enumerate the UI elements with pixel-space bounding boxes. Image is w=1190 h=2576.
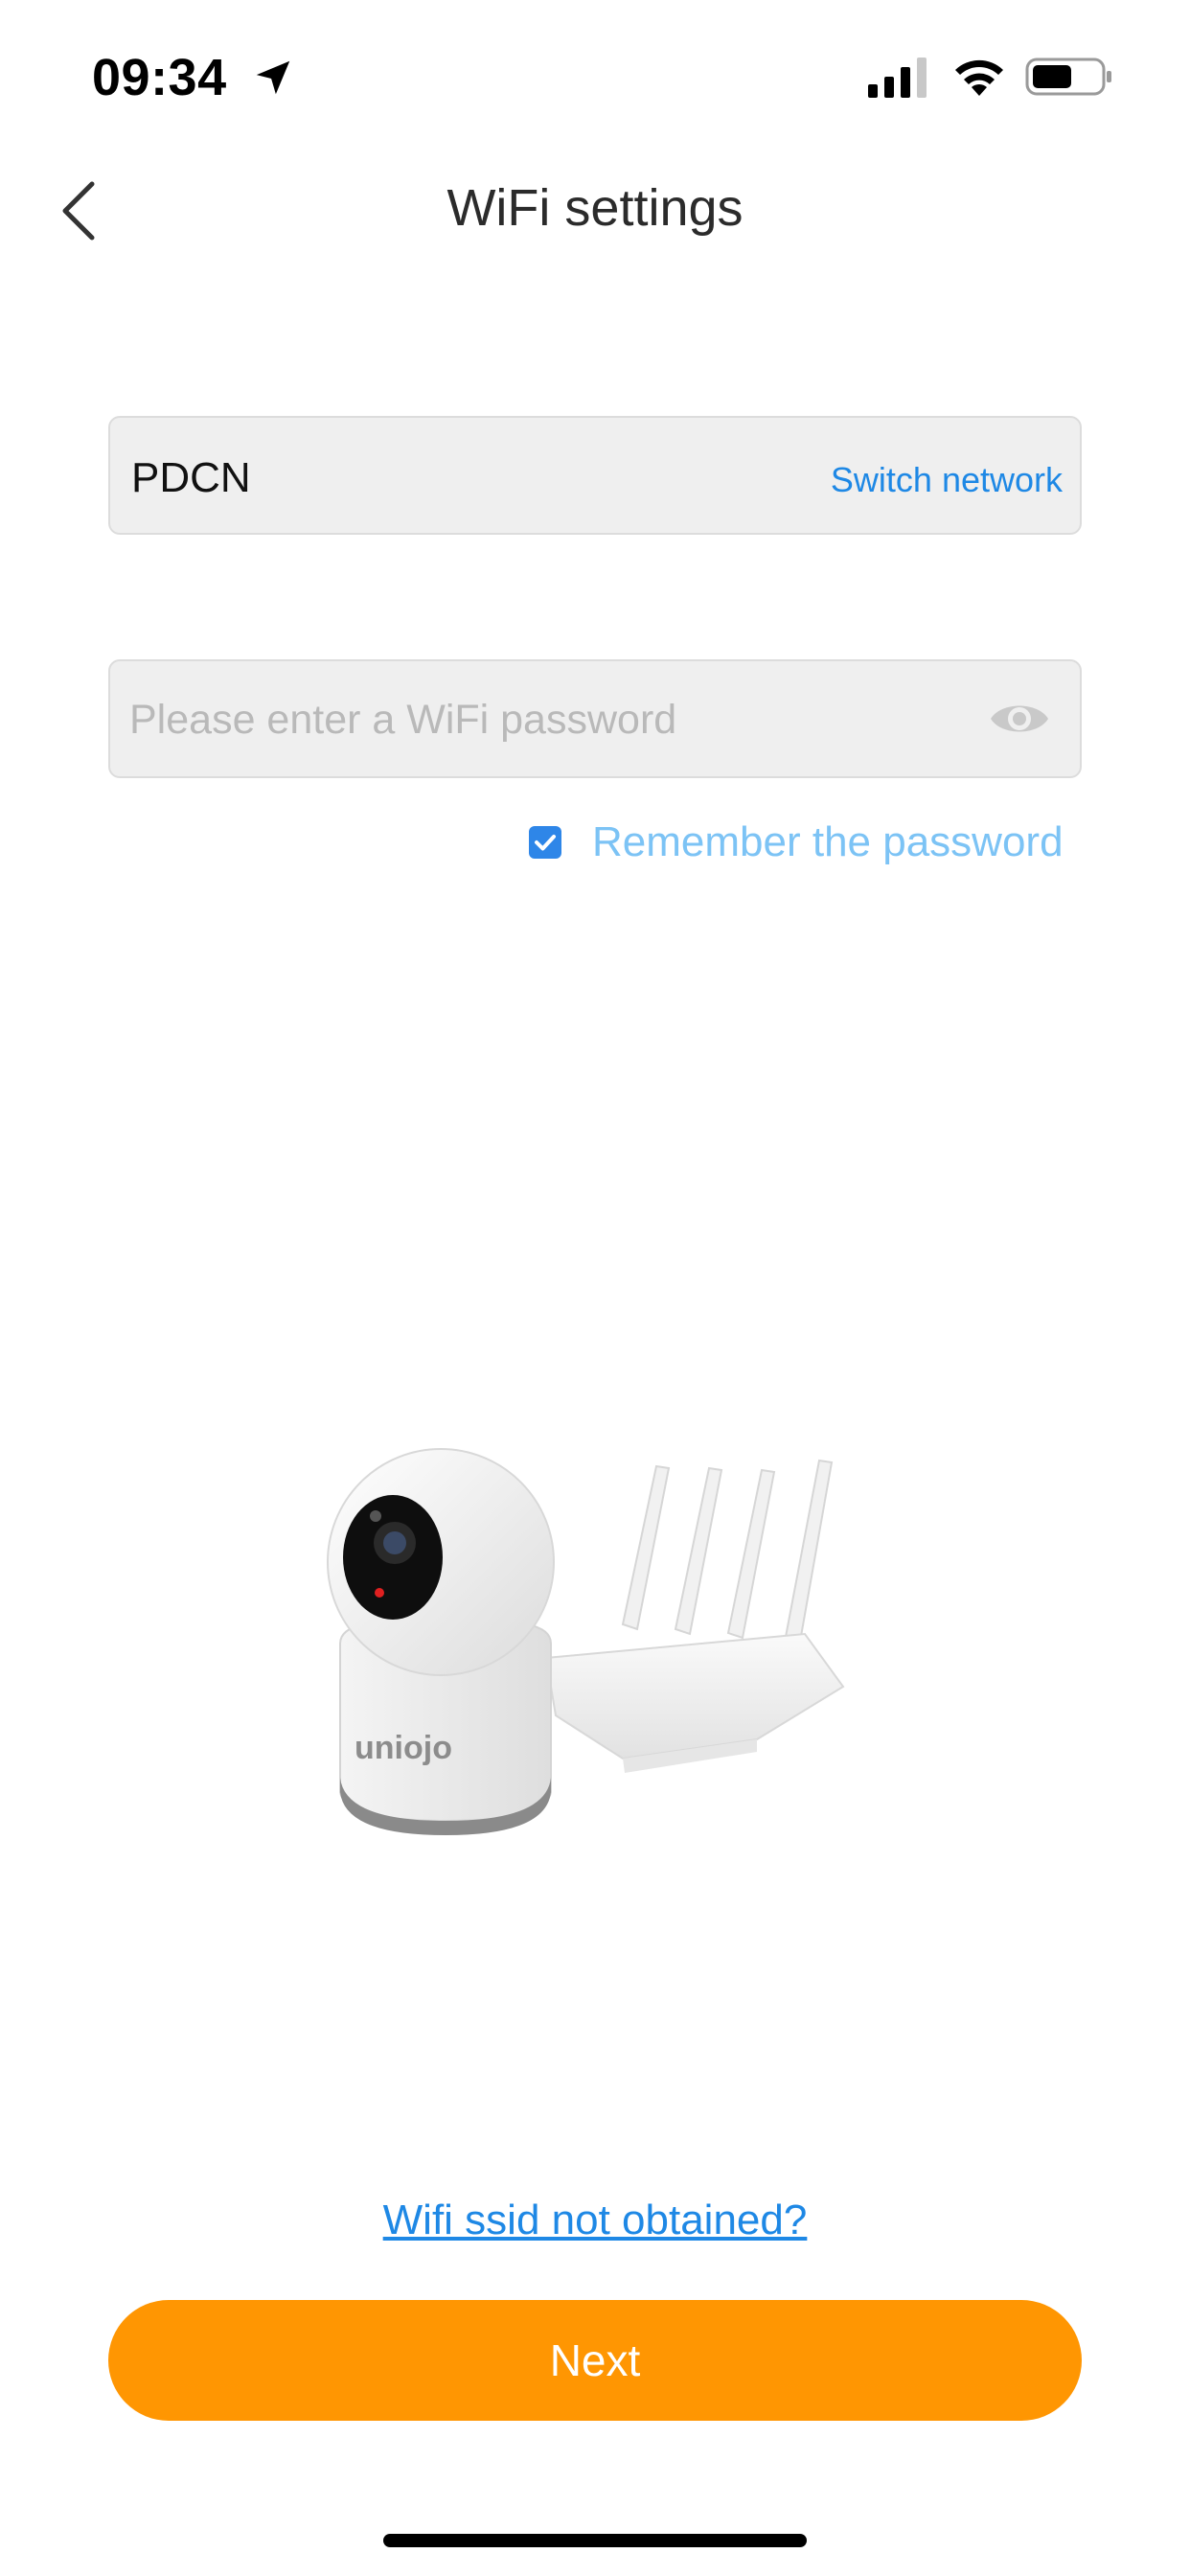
cellular-signal-icon <box>868 58 927 98</box>
remember-password-checkbox[interactable] <box>529 826 561 859</box>
router-body <box>544 1632 845 1760</box>
remember-password-row[interactable]: Remember the password <box>529 815 1085 872</box>
switch-network-link[interactable]: Switch network <box>831 460 1063 500</box>
battery-icon <box>1025 58 1111 96</box>
checkmark-icon <box>535 835 556 851</box>
remember-password-label: Remember the password <box>592 818 1064 865</box>
camera-brand-text: uniojo <box>355 1730 452 1766</box>
location-arrow-icon <box>256 60 290 95</box>
password-field <box>108 659 1082 778</box>
camera-router-illustration: uniojo <box>327 1448 845 1835</box>
eye-icon[interactable] <box>988 694 1051 744</box>
router-antennas <box>621 1459 834 1644</box>
ssid-field: PDCN Switch network <box>108 416 1082 535</box>
next-button[interactable]: Next <box>108 2300 1082 2421</box>
status-bar: 09:34 <box>0 0 1190 144</box>
home-indicator[interactable] <box>383 2534 807 2547</box>
wifi-icon <box>955 59 1003 96</box>
page-title: WiFi settings <box>446 179 744 237</box>
password-input[interactable] <box>129 686 934 753</box>
ssid-value: PDCN <box>131 454 251 501</box>
status-time: 09:34 <box>92 49 227 106</box>
ssid-help-link[interactable]: Wifi ssid not obtained? <box>0 2196 1190 2244</box>
